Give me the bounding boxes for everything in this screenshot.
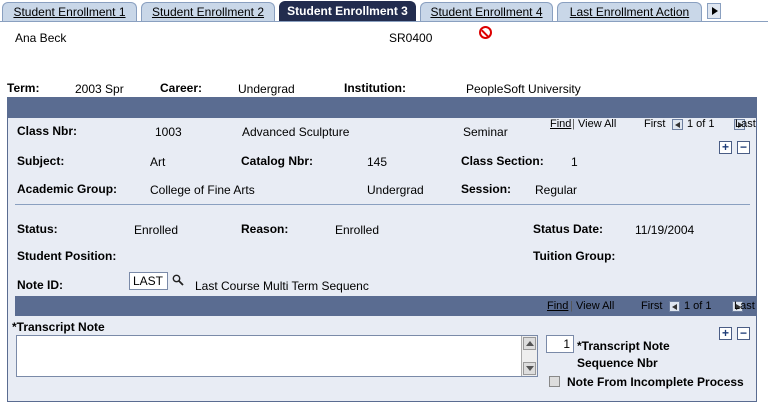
student-id: SR0400 — [389, 31, 433, 45]
session-value: Regular — [535, 183, 578, 197]
status-label: Status: — [17, 222, 58, 236]
incomplete-process-label: Note From Incomplete Process — [567, 375, 744, 389]
tab-bar: Student Enrollment 1 Student Enrollment … — [0, 0, 768, 22]
subject-value: Art — [150, 155, 166, 169]
subject-label: Subject: — [17, 154, 65, 168]
first-label: First — [644, 118, 666, 130]
previous-row-icon[interactable] — [672, 119, 683, 130]
add-row-button[interactable]: + — [719, 141, 732, 154]
nav-separator: | — [570, 300, 573, 312]
delete-note-button[interactable]: − — [737, 327, 750, 340]
lookup-icon[interactable] — [172, 274, 184, 286]
term-value: 2003 Spr — [75, 82, 124, 96]
class-nbr-value: 1003 — [155, 125, 182, 139]
career-value: Undergrad — [238, 82, 295, 96]
career-label: Career: — [160, 81, 203, 95]
tab-student-enrollment-3[interactable]: Student Enrollment 3 — [279, 1, 416, 22]
view-all-link[interactable]: View All — [576, 300, 614, 312]
tab-student-enrollment-1[interactable]: Student Enrollment 1 — [2, 2, 137, 22]
class-enrollment-grid: Find | View All First 1 of 1 Last Class … — [7, 97, 757, 402]
last-label: Last — [734, 300, 755, 312]
first-label: First — [641, 300, 663, 312]
scroll-up-icon[interactable] — [523, 337, 536, 350]
session-label: Session: — [461, 182, 512, 196]
note-id-label: Note ID: — [17, 278, 63, 292]
section-divider — [15, 204, 750, 205]
find-link[interactable]: Find — [547, 300, 568, 312]
status-date-label: Status Date: — [533, 222, 604, 236]
tab-student-enrollment-2[interactable]: Student Enrollment 2 — [141, 2, 275, 22]
academic-group-label: Academic Group: — [17, 182, 118, 196]
row-position: 1 of 1 — [684, 300, 712, 312]
row-position: 1 of 1 — [687, 118, 715, 130]
note-id-field[interactable]: LAST — [129, 272, 168, 290]
add-note-button[interactable]: + — [719, 327, 732, 340]
tuition-group-label: Tuition Group: — [533, 249, 616, 263]
tab-last-enrollment-action[interactable]: Last Enrollment Action — [557, 2, 702, 22]
textarea-scrollbar[interactable] — [521, 336, 537, 376]
catalog-nbr-value: 145 — [367, 155, 388, 169]
sequence-nbr-label-line2: Sequence Nbr — [577, 356, 658, 370]
tab-student-enrollment-4[interactable]: Student Enrollment 4 — [420, 2, 553, 22]
student-position-label: Student Position: — [17, 249, 117, 263]
class-component: Seminar — [463, 125, 508, 139]
inner-grid-nav: Find | View All First 1 of 1 Last — [8, 300, 756, 314]
student-name: Ana Beck — [15, 31, 67, 45]
reason-label: Reason: — [241, 222, 289, 236]
delete-row-button[interactable]: − — [737, 141, 750, 154]
institution-value: PeopleSoft University — [466, 82, 581, 96]
transcript-note-textarea[interactable] — [16, 335, 538, 377]
find-link[interactable]: Find — [550, 118, 571, 130]
stop-icon — [479, 26, 492, 39]
scroll-down-icon[interactable] — [523, 362, 536, 375]
class-nbr-label: Class Nbr: — [17, 124, 78, 138]
academic-career: Undergrad — [367, 183, 424, 197]
outer-grid-nav: Find | View All First 1 of 1 Last — [8, 118, 756, 132]
tab-underline — [0, 21, 768, 22]
status-date-value: 11/19/2004 — [635, 223, 695, 237]
term-label: Term: — [7, 81, 40, 95]
incomplete-process-checkbox[interactable] — [549, 376, 560, 387]
note-description: Last Course Multi Term Sequenc — [195, 279, 369, 293]
last-label: Last — [735, 118, 756, 130]
institution-label: Institution: — [344, 81, 406, 95]
grid-header — [8, 98, 756, 118]
transcript-note-label: *Transcript Note — [12, 320, 105, 334]
nav-separator: | — [572, 118, 575, 130]
sequence-nbr-field[interactable]: 1 — [546, 335, 574, 353]
view-all-link[interactable]: View All — [578, 118, 616, 130]
academic-group-value: College of Fine Arts — [150, 183, 255, 197]
tab-scroll-right-icon[interactable] — [707, 3, 721, 19]
status-value: Enrolled — [134, 223, 179, 237]
reason-value: Enrolled — [335, 223, 380, 237]
catalog-nbr-label: Catalog Nbr: — [241, 154, 313, 168]
class-title: Advanced Sculpture — [242, 125, 350, 139]
class-section-value: 1 — [571, 155, 578, 169]
previous-row-icon[interactable] — [669, 301, 680, 312]
sequence-nbr-label-line1: *Transcript Note — [577, 339, 670, 353]
class-section-label: Class Section: — [461, 154, 544, 168]
